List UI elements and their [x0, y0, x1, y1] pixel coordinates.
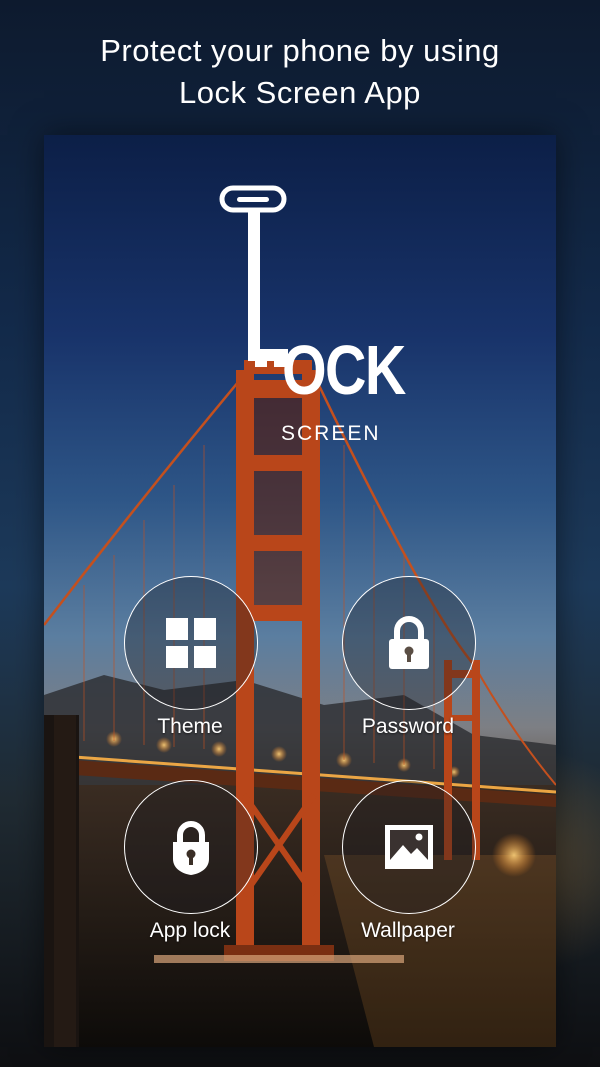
padlock-icon: [389, 616, 429, 669]
password-label[interactable]: Password: [308, 715, 508, 739]
theme-button[interactable]: [124, 576, 258, 710]
grid-icon: [166, 618, 216, 668]
phone-preview: OCK SCREEN Theme Password App lock Wallp…: [44, 135, 556, 1047]
wallpaper-button[interactable]: [342, 780, 476, 914]
password-button[interactable]: [342, 576, 476, 710]
app-lock-label[interactable]: App lock: [90, 919, 290, 943]
logo-subtitle: SCREEN: [281, 422, 381, 445]
headline-line-1: Protect your phone by using: [100, 33, 500, 68]
theme-label[interactable]: Theme: [90, 715, 290, 739]
headline-line-2: Lock Screen App: [179, 75, 421, 110]
headline: Protect your phone by using Lock Screen …: [0, 30, 600, 114]
app-lock-icon: [173, 821, 209, 875]
logo-word: OCK: [282, 331, 406, 409]
lock-screen-logo: OCK SCREEN: [219, 185, 406, 445]
app-lock-button[interactable]: [124, 780, 258, 914]
image-icon: [385, 825, 433, 869]
wallpaper-label[interactable]: Wallpaper: [308, 919, 508, 943]
